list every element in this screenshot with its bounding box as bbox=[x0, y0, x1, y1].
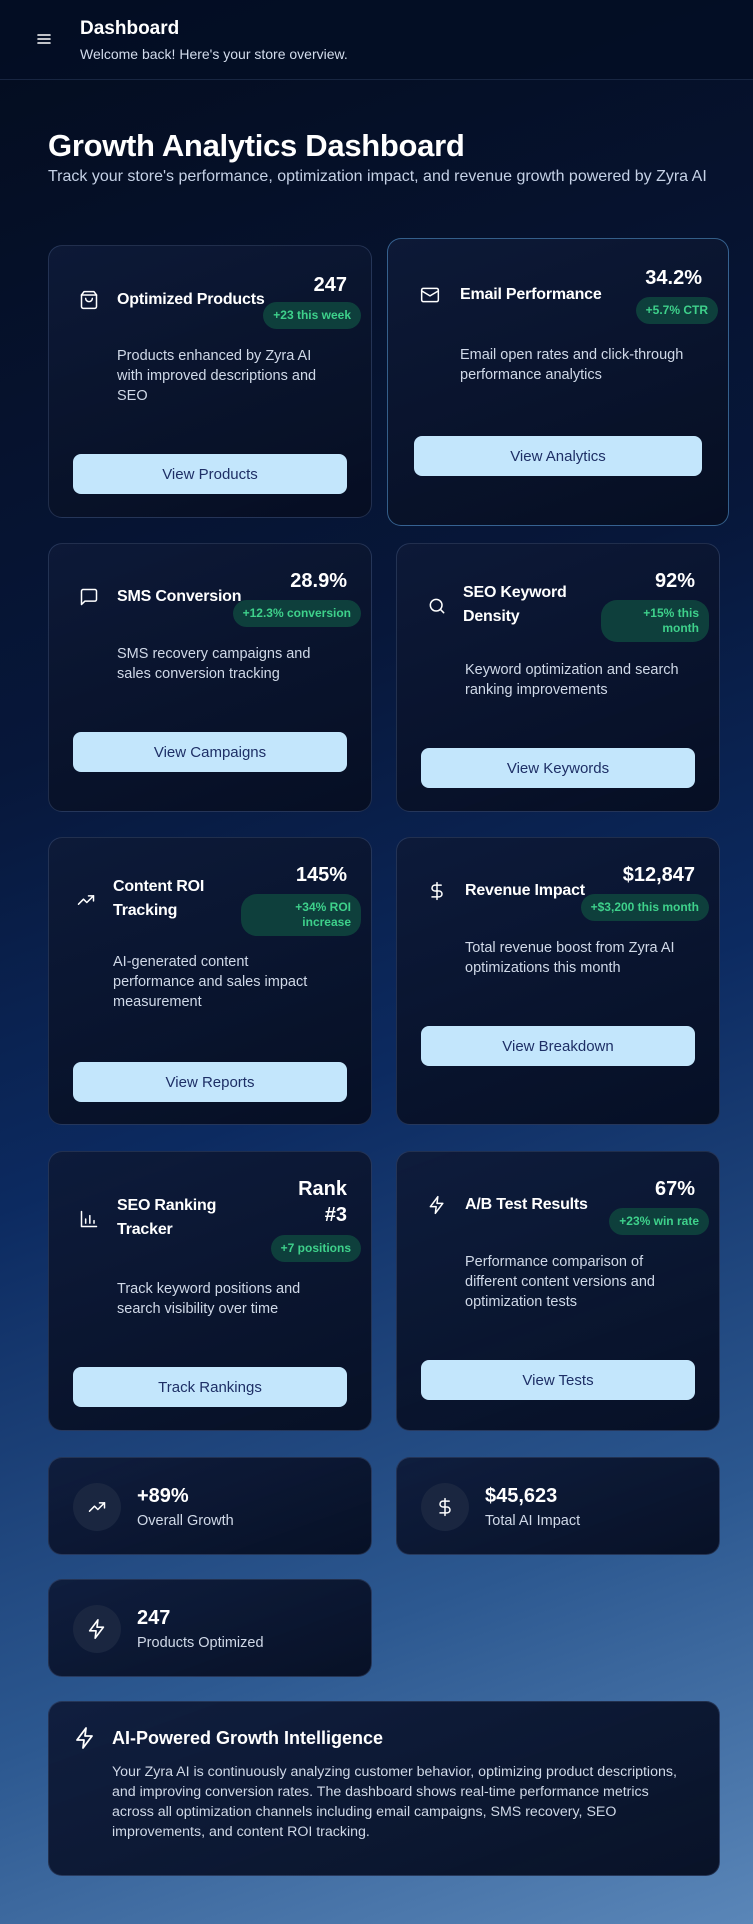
ai-panel-title: AI-Powered Growth Intelligence bbox=[112, 1728, 384, 1748]
card-title: SEO Keyword Density bbox=[463, 584, 567, 625]
stat-value: 247 bbox=[137, 1607, 171, 1629]
stat-label: Products Optimized bbox=[137, 1635, 264, 1651]
card-title: Email Performance bbox=[460, 286, 602, 303]
card-title: SEO Ranking Tracker bbox=[117, 1197, 217, 1238]
card-value: 28.9% bbox=[290, 570, 347, 592]
bar-chart-icon bbox=[79, 1209, 99, 1229]
card-description: Track keyword positions and search visib… bbox=[117, 1281, 301, 1317]
message-icon bbox=[79, 587, 99, 607]
zap-icon bbox=[73, 1605, 121, 1653]
stat-products-optimized: 247 Products Optimized bbox=[48, 1579, 372, 1677]
trending-up-icon bbox=[76, 890, 96, 910]
status-badge: +15% this month bbox=[601, 600, 709, 642]
stat-value: +89% bbox=[137, 1485, 189, 1507]
view-products-button[interactable]: View Products bbox=[73, 454, 347, 494]
status-badge: +23 this week bbox=[263, 302, 361, 329]
card-revenue-impact: Revenue Impact $12,847 +$3,200 this mont… bbox=[396, 837, 720, 1125]
card-sms-conversion: SMS Conversion 28.9% +12.3% conversion S… bbox=[48, 543, 372, 812]
header-subtitle: Welcome back! Here's your store overview… bbox=[80, 46, 348, 62]
card-value: 145% bbox=[295, 864, 347, 886]
status-badge: +$3,200 this month bbox=[580, 894, 709, 921]
stat-total-ai-impact: $45,623 Total AI Impact bbox=[396, 1457, 720, 1555]
card-description: Email open rates and click-through perfo… bbox=[460, 347, 684, 383]
view-reports-button[interactable]: View Reports bbox=[73, 1062, 347, 1102]
stat-value: $45,623 bbox=[485, 1485, 558, 1507]
card-title: A/B Test Results bbox=[465, 1196, 588, 1213]
status-badge: +12.3% conversion bbox=[232, 600, 361, 627]
view-breakdown-button[interactable]: View Breakdown bbox=[421, 1026, 695, 1066]
view-analytics-button[interactable]: View Analytics bbox=[414, 436, 702, 476]
card-value: Rank #3 bbox=[298, 1178, 347, 1226]
search-icon bbox=[427, 596, 447, 616]
card-email-performance: Email Performance 34.2% +5.7% CTR Email … bbox=[387, 238, 729, 526]
card-ab-test-results: A/B Test Results 67% +23% win rate Perfo… bbox=[396, 1151, 720, 1431]
card-title: Content ROI Tracking bbox=[113, 878, 205, 919]
card-description: Products enhanced by Zyra AI with improv… bbox=[117, 348, 317, 404]
top-bar: Dashboard Welcome back! Here's your stor… bbox=[0, 0, 753, 80]
card-description: AI-generated content performance and sal… bbox=[113, 954, 308, 1010]
dollar-icon bbox=[421, 1483, 469, 1531]
card-value: 67% bbox=[654, 1178, 695, 1200]
header-title: Dashboard bbox=[80, 18, 180, 39]
menu-icon[interactable] bbox=[36, 31, 52, 47]
stat-label: Total AI Impact bbox=[485, 1513, 581, 1529]
card-description: Total revenue boost from Zyra AI optimiz… bbox=[465, 940, 675, 976]
view-campaigns-button[interactable]: View Campaigns bbox=[73, 732, 347, 772]
ai-growth-intelligence-panel: AI-Powered Growth Intelligence Your Zyra… bbox=[48, 1701, 720, 1876]
ai-panel-text: Your Zyra AI is continuously analyzing c… bbox=[112, 1764, 677, 1840]
card-description: Keyword optimization and search ranking … bbox=[465, 662, 679, 698]
status-badge: +23% win rate bbox=[609, 1208, 709, 1235]
zap-icon bbox=[427, 1195, 447, 1215]
page-title: Growth Analytics Dashboard bbox=[48, 128, 465, 163]
card-seo-ranking-tracker: SEO Ranking Tracker Rank #3 +7 positions… bbox=[48, 1151, 372, 1431]
card-title: Revenue Impact bbox=[465, 882, 585, 899]
card-description: Performance comparison of different cont… bbox=[465, 1254, 655, 1310]
card-seo-keyword-density: SEO Keyword Density 92% +15% this month … bbox=[396, 543, 720, 812]
card-content-roi-tracking: Content ROI Tracking 145% +34% ROI incre… bbox=[48, 837, 372, 1125]
view-keywords-button[interactable]: View Keywords bbox=[421, 748, 695, 788]
card-optimized-products: Optimized Products 247 +23 this week Pro… bbox=[48, 245, 372, 518]
status-badge: +5.7% CTR bbox=[635, 297, 718, 324]
track-rankings-button[interactable]: Track Rankings bbox=[73, 1367, 347, 1407]
mail-icon bbox=[420, 285, 440, 305]
status-badge: +34% ROI increase bbox=[241, 894, 361, 936]
card-value: 34.2% bbox=[645, 267, 702, 289]
shopping-bag-icon bbox=[79, 290, 99, 310]
card-value: 92% bbox=[654, 570, 695, 592]
zap-icon bbox=[73, 1726, 97, 1750]
status-badge: +7 positions bbox=[270, 1235, 361, 1262]
card-title: SMS Conversion bbox=[117, 588, 242, 605]
trending-up-icon bbox=[73, 1483, 121, 1531]
card-title: Optimized Products bbox=[117, 291, 265, 308]
view-tests-button[interactable]: View Tests bbox=[421, 1360, 695, 1400]
page-subtitle: Track your store's performance, optimiza… bbox=[48, 168, 707, 185]
dollar-icon bbox=[427, 881, 447, 901]
card-value: 247 bbox=[313, 274, 347, 296]
stat-overall-growth: +89% Overall Growth bbox=[48, 1457, 372, 1555]
card-value: $12,847 bbox=[622, 864, 695, 886]
card-description: SMS recovery campaigns and sales convers… bbox=[117, 646, 311, 682]
stat-label: Overall Growth bbox=[137, 1513, 234, 1529]
